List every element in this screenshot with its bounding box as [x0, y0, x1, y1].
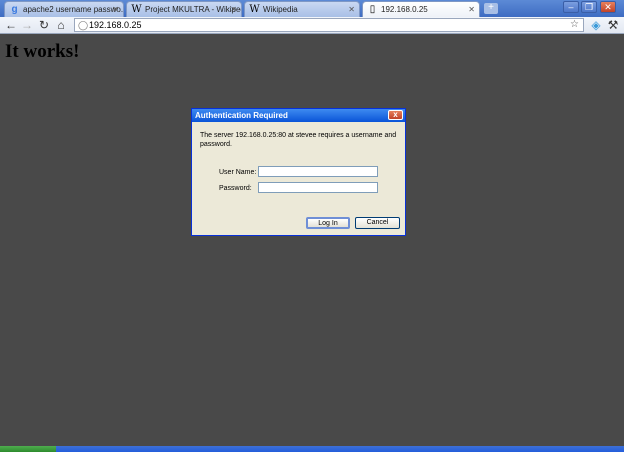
dialog-title: Authentication Required	[195, 111, 288, 120]
taskbar	[0, 446, 624, 452]
page-heading: It works!	[5, 41, 80, 62]
back-arrow-icon[interactable]: ←	[4, 18, 18, 32]
close-tab-icon[interactable]: ✕	[230, 2, 237, 17]
close-tab-icon[interactable]: ✕	[348, 2, 355, 17]
dialog-titlebar: Authentication Required x	[192, 109, 405, 122]
page-icon: ◯	[78, 20, 89, 30]
tab-strip: g apache2 username passwo... ✕ W Project…	[0, 0, 624, 17]
log-in-button[interactable]: Log In	[306, 217, 350, 229]
authentication-dialog: Authentication Required x The server 192…	[191, 108, 406, 236]
tab-wikipedia[interactable]: W Wikipedia ✕	[244, 1, 360, 17]
dialog-message: The server 192.168.0.25:80 at stevee req…	[200, 132, 397, 148]
tab-title: 192.168.0.25	[381, 5, 428, 14]
close-dialog-button[interactable]: x	[388, 110, 403, 120]
minimize-button[interactable]: –	[563, 1, 579, 13]
cancel-button[interactable]: Cancel	[355, 217, 400, 229]
page-icon: ▯	[369, 4, 376, 15]
tab-title: Wikipedia	[263, 5, 298, 14]
close-window-button[interactable]: ✕	[600, 1, 616, 13]
home-icon[interactable]: ⌂	[54, 18, 68, 32]
star-icon[interactable]: ☆	[570, 19, 579, 31]
restore-button[interactable]: ❐	[581, 1, 597, 13]
wikipedia-icon: W	[249, 4, 260, 15]
tab-project-mkultra[interactable]: W Project MKULTRA - Wikiped... ✕	[126, 1, 242, 17]
address-url: 192.168.0.25	[89, 20, 142, 30]
reload-icon[interactable]: ↻	[37, 18, 51, 32]
tab-title: Project MKULTRA - Wikiped...	[145, 5, 242, 14]
username-input[interactable]	[258, 166, 378, 177]
google-icon: g	[11, 4, 18, 15]
new-tab-button[interactable]: +	[484, 3, 498, 14]
close-tab-icon[interactable]: ✕	[468, 2, 475, 17]
wikipedia-icon: W	[131, 4, 142, 15]
browser-toolbar: ← → ↻ ⌂ ◯ 192.168.0.25 ☆ ◈ ⚒	[0, 17, 624, 34]
forward-arrow-icon[interactable]: →	[20, 18, 34, 32]
password-label: Password:	[219, 185, 252, 192]
extension-icon[interactable]: ◈	[589, 18, 603, 32]
close-tab-icon[interactable]: ✕	[112, 2, 119, 17]
password-input[interactable]	[258, 182, 378, 193]
address-bar[interactable]: ◯ 192.168.0.25 ☆	[74, 18, 584, 32]
tab-apache2[interactable]: g apache2 username passwo... ✕	[4, 1, 124, 17]
start-button[interactable]	[0, 446, 56, 452]
username-label: User Name:	[219, 169, 257, 176]
tab-title: apache2 username passwo...	[23, 5, 124, 14]
wrench-icon[interactable]: ⚒	[606, 18, 620, 32]
tab-192-168-0-25[interactable]: ▯ 192.168.0.25 ✕	[362, 1, 480, 17]
